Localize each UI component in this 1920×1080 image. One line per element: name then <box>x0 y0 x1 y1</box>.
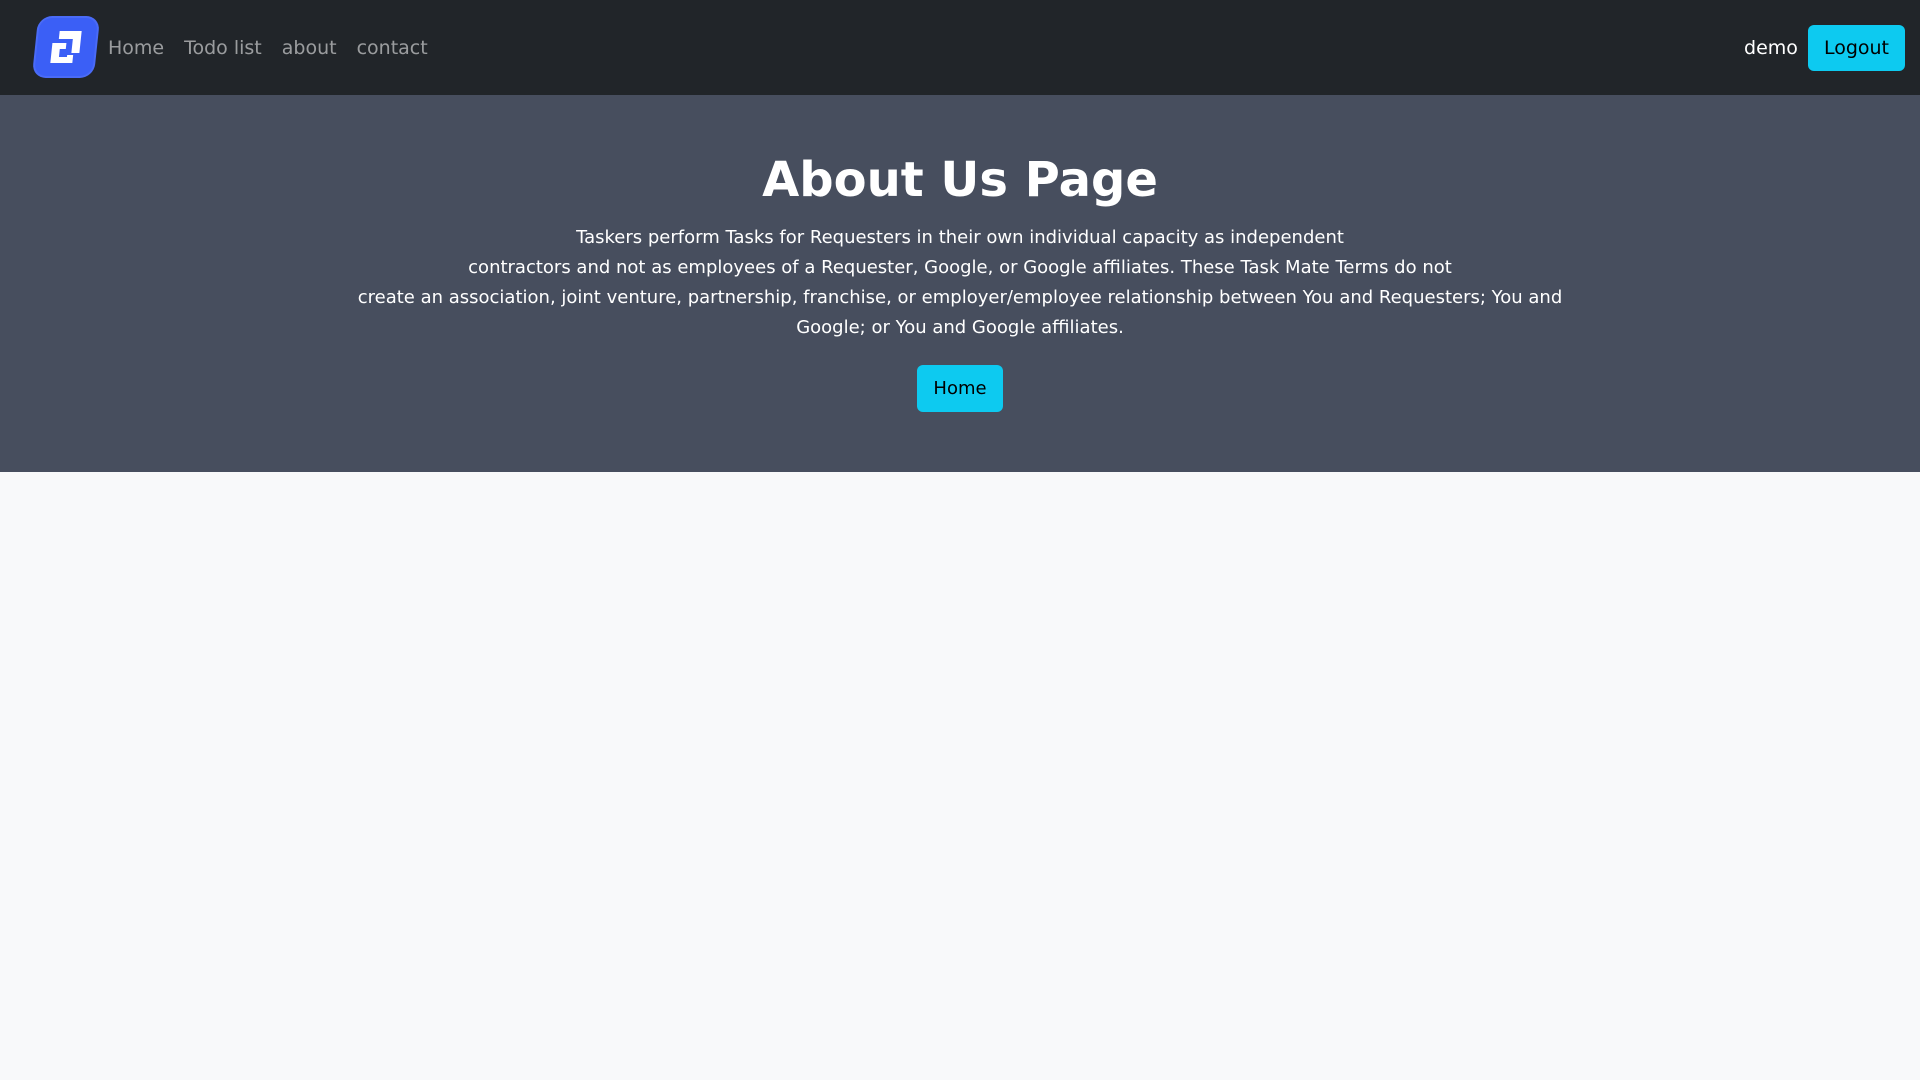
about-description-line: create an association, joint venture, pa… <box>357 287 1563 338</box>
nav-link-home[interactable]: Home <box>108 37 164 59</box>
logout-button[interactable]: Logout <box>1807 24 1905 71</box>
nav-link-contact[interactable]: contact <box>357 37 428 59</box>
top-navbar: Home Todo list about contact demo Logout <box>0 0 1920 95</box>
username-label: demo <box>1744 36 1798 59</box>
about-description-line: contractors and not as employees of a Re… <box>468 257 1452 278</box>
nav-user-area: demo Logout <box>1744 0 1905 95</box>
about-description-line: Taskers perform Tasks for Requesters in … <box>576 227 1344 248</box>
page-title: About Us Page <box>762 152 1158 208</box>
nav-link-about[interactable]: about <box>282 37 337 59</box>
page-content-area <box>0 472 1920 1080</box>
nav-link-todo-list[interactable]: Todo list <box>184 37 262 59</box>
app-logo-icon[interactable] <box>31 16 101 78</box>
nav-links: Home Todo list about contact <box>108 0 428 95</box>
about-description: Taskers perform Tasks for Requesters in … <box>350 223 1570 343</box>
about-hero-section: About Us Page Taskers perform Tasks for … <box>0 95 1920 472</box>
home-button[interactable]: Home <box>917 365 1003 412</box>
